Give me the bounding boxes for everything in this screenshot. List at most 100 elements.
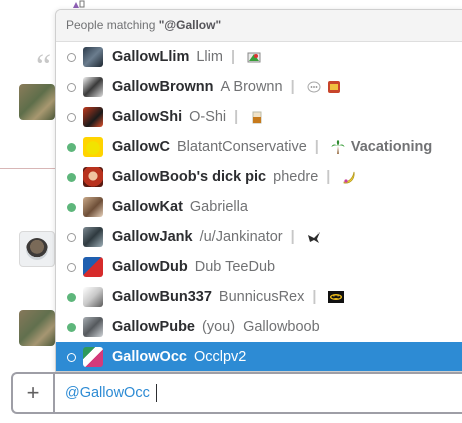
person-name-group: GallowBoob's dick pic phedre |: [112, 169, 356, 185]
avatar[interactable]: [19, 84, 55, 120]
message-composer: + @GallowOcc: [11, 372, 462, 414]
avatar: [83, 167, 103, 187]
person-name-group: GallowShi O-Shi |: [112, 109, 264, 125]
presence-active-icon: [67, 322, 76, 332]
display-name: phedre: [273, 169, 319, 185]
status-emoji-banana-icon: [342, 170, 356, 184]
username: GallowShi: [112, 109, 183, 125]
mention-autocomplete-popup: People matching "@Gallow" GallowLlim Llim…: [55, 9, 462, 372]
display-name: Llim: [196, 49, 223, 65]
display-name: Dub TeeDub: [194, 259, 276, 275]
add-attachment-button[interactable]: +: [13, 374, 55, 412]
avatar: [83, 137, 103, 157]
person-row[interactable]: GallowBoob's dick pic phedre |: [56, 162, 462, 192]
person-name-group: GallowBrownn A Brownn |: [112, 79, 341, 95]
status-separator: |: [290, 229, 295, 245]
palm-tree-icon: [331, 140, 345, 154]
person-name-group: GallowLlim Llim |: [112, 49, 261, 65]
presence-dnd-icon: [67, 112, 76, 122]
display-name: O-Shi: [189, 109, 227, 125]
avatar[interactable]: [19, 310, 55, 346]
quote-mark-icon: “: [36, 48, 52, 85]
autocomplete-query: "@Gallow": [158, 18, 222, 32]
custom-status: |: [318, 169, 356, 185]
username: GallowBoob's dick pic: [112, 169, 267, 185]
username: GallowC: [112, 139, 171, 155]
avatar: [83, 197, 103, 217]
username: GallowKat: [112, 199, 183, 215]
avatar: [83, 317, 103, 337]
display-name: A Brownn: [220, 79, 283, 95]
status-separator: |: [326, 169, 331, 185]
username: GallowPube: [112, 319, 195, 335]
avatar: [83, 77, 103, 97]
person-row[interactable]: GallowJank/u/Jankinator |: [56, 222, 462, 252]
person-row[interactable]: GallowC BlatantConservative | Vacationing: [56, 132, 462, 162]
presence-active-icon: [67, 202, 76, 212]
person-row[interactable]: GallowPube (you) Gallowboob: [56, 312, 462, 342]
display-name: BlatantConservative: [177, 139, 307, 155]
reaction-icon: [71, 0, 85, 8]
custom-status: |: [223, 49, 261, 65]
mention-token: @GallowOcc: [65, 385, 150, 401]
display-name: Gabriella: [189, 199, 248, 215]
presence-active-icon: [67, 292, 76, 302]
display-name: Occlpv2: [193, 349, 247, 365]
display-name: /u/Jankinator: [199, 229, 283, 245]
status-emoji-speech-and-trophy-icon: [307, 80, 341, 94]
status-emoji-drink-icon: [250, 110, 264, 124]
autocomplete-header: People matching "@Gallow": [56, 10, 462, 42]
person-row[interactable]: GallowKat Gabriella: [56, 192, 462, 222]
person-name-group: GallowOcc Occlpv2: [112, 349, 246, 365]
person-name-group: GallowC BlatantConservative | Vacationing: [112, 139, 432, 155]
person-row[interactable]: GallowShi O-Shi |: [56, 102, 462, 132]
presence-active-icon: [67, 172, 76, 182]
person-name-group: GallowJank/u/Jankinator |: [112, 229, 321, 245]
status-separator: |: [290, 79, 295, 95]
presence-away-icon: [67, 232, 76, 242]
status-separator: |: [230, 49, 235, 65]
presence-away-icon: [67, 352, 76, 362]
autocomplete-header-label: People matching: [66, 18, 159, 32]
presence-active-icon: [67, 142, 76, 152]
custom-status: |: [304, 289, 345, 305]
text-caret: [155, 384, 157, 402]
status-text: Vacationing: [350, 139, 433, 155]
status-emoji-flag-icon: [247, 50, 261, 64]
avatar: [83, 287, 103, 307]
username: GallowLlim: [112, 49, 190, 65]
person-row[interactable]: GallowLlim Llim |: [56, 42, 462, 72]
person-name-group: GallowPube (you) Gallowboob: [112, 319, 320, 335]
people-list: GallowLlim Llim | GallowBrownn A Brownn | Gall…: [56, 42, 462, 371]
username: GallowDub: [112, 259, 188, 275]
custom-status: |: [226, 109, 264, 125]
status-separator: |: [234, 109, 239, 125]
status-separator: |: [312, 289, 317, 305]
status-separator: |: [314, 139, 319, 155]
avatar: [83, 107, 103, 127]
presence-away-icon: [67, 262, 76, 272]
username: GallowJank: [112, 229, 193, 245]
avatar[interactable]: [19, 231, 55, 267]
avatar: [83, 47, 103, 67]
presence-away-icon: [67, 52, 76, 62]
presence-away-icon: [67, 82, 76, 92]
display-name: (you) Gallowboob: [202, 319, 320, 335]
person-row[interactable]: GallowBun337 BunnicusRex |: [56, 282, 462, 312]
username: GallowBrownn: [112, 79, 214, 95]
avatar: [83, 257, 103, 277]
status-emoji-batman-icon: [328, 290, 345, 304]
custom-status: |: [283, 79, 341, 95]
display-name: BunnicusRex: [218, 289, 305, 305]
person-name-group: GallowBun337 BunnicusRex |: [112, 289, 345, 305]
avatar: [83, 227, 103, 247]
username: GallowOcc: [112, 349, 187, 365]
person-row[interactable]: GallowBrownn A Brownn |: [56, 72, 462, 102]
status-emoji-eagle-icon: [307, 230, 321, 244]
person-row[interactable]: GallowOcc Occlpv2: [56, 342, 462, 371]
person-name-group: GallowDub Dub TeeDub: [112, 259, 275, 275]
message-input[interactable]: @GallowOcc: [65, 384, 157, 402]
avatar: [83, 347, 103, 367]
person-row[interactable]: GallowDub Dub TeeDub: [56, 252, 462, 282]
username: GallowBun337: [112, 289, 212, 305]
